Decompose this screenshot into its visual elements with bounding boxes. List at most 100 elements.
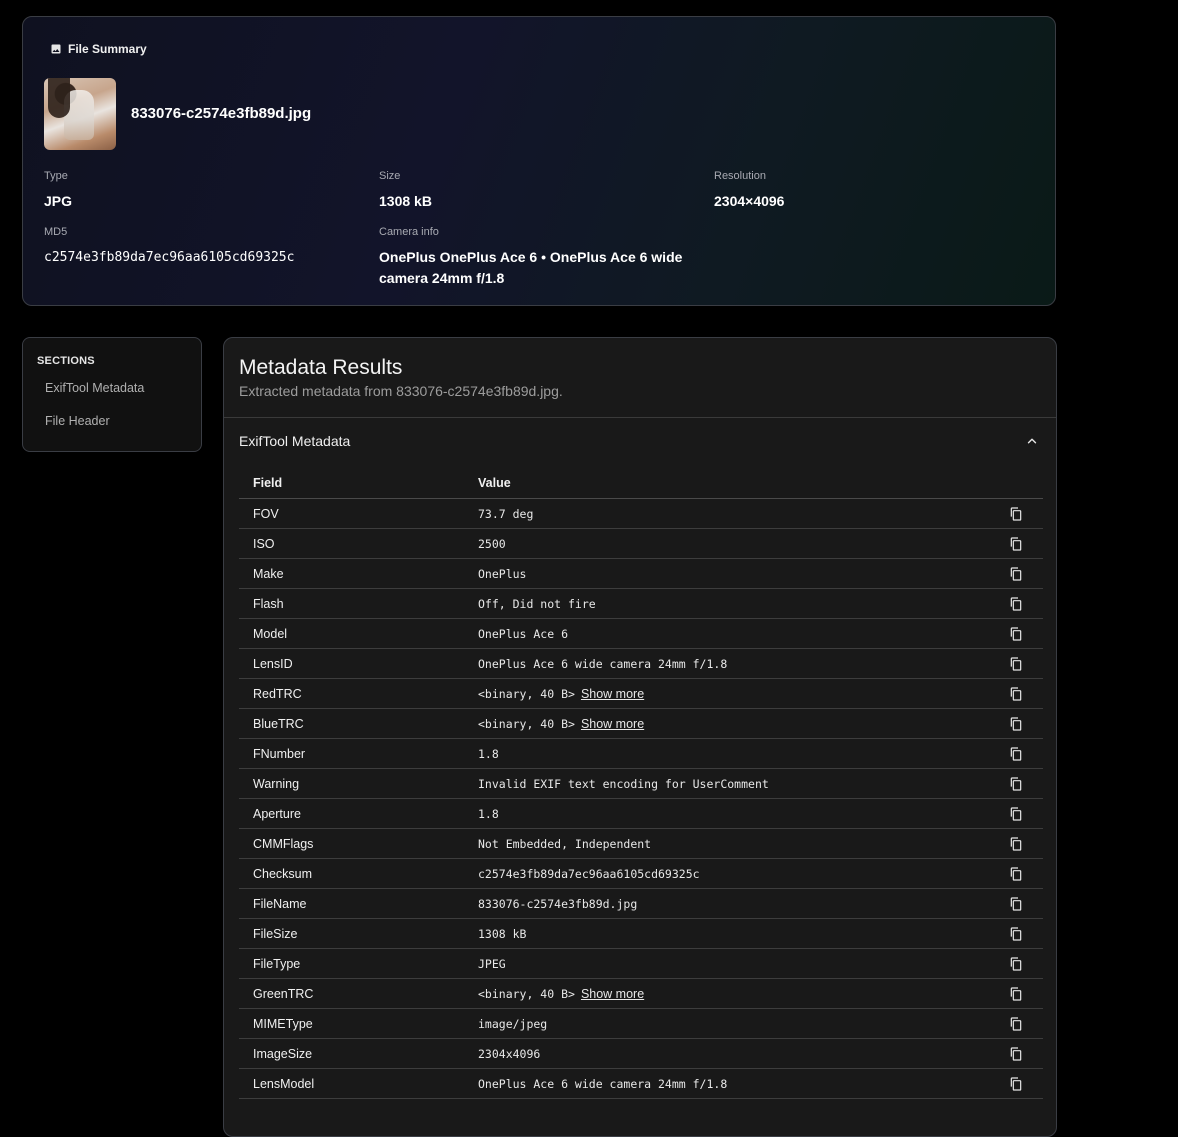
- exiftool-accordion-toggle[interactable]: ExifTool Metadata: [239, 431, 1039, 451]
- metadata-table: Field Value FOV 73.7 deg ISO 2500 Make OnePlu…: [239, 468, 1043, 1099]
- copy-icon[interactable]: [1008, 596, 1024, 612]
- copy-button[interactable]: [989, 528, 1043, 559]
- table-row: BlueTRC <binary, 40 B> Show more: [239, 708, 1043, 739]
- size-field: Size 1308 kB: [379, 170, 432, 212]
- field-value: 2304x4096: [478, 1046, 541, 1061]
- copy-icon[interactable]: [1008, 536, 1024, 552]
- type-value: JPG: [44, 193, 73, 209]
- copy-icon[interactable]: [1008, 956, 1024, 972]
- copy-button[interactable]: [989, 978, 1043, 1009]
- copy-button[interactable]: [989, 708, 1043, 739]
- copy-button[interactable]: [989, 1038, 1043, 1069]
- copy-icon[interactable]: [1008, 896, 1024, 912]
- field-name: LensModel: [239, 1068, 464, 1099]
- copy-button[interactable]: [989, 918, 1043, 949]
- copy-button[interactable]: [989, 858, 1043, 889]
- chevron-up-icon[interactable]: [1025, 434, 1039, 448]
- field-name: ISO: [239, 528, 464, 559]
- column-header-actions: [989, 468, 1043, 499]
- copy-icon[interactable]: [1008, 926, 1024, 942]
- table-row: Checksum c2574e3fb89da7ec96aa6105cd69325c: [239, 858, 1043, 889]
- field-value-cell: <binary, 40 B> Show more: [464, 708, 989, 739]
- copy-button[interactable]: [989, 498, 1043, 529]
- metadata-results-panel: Metadata Results Extracted metadata from…: [223, 337, 1057, 1137]
- table-row: CMMFlags Not Embedded, Independent: [239, 828, 1043, 859]
- copy-icon[interactable]: [1008, 776, 1024, 792]
- copy-icon[interactable]: [1008, 506, 1024, 522]
- table-row: ImageSize 2304x4096: [239, 1038, 1043, 1069]
- copy-button[interactable]: [989, 798, 1043, 829]
- copy-icon[interactable]: [1008, 806, 1024, 822]
- md5-label: MD5: [44, 226, 68, 238]
- copy-icon[interactable]: [1008, 566, 1024, 582]
- camera-label: Camera info: [379, 226, 439, 238]
- field-value: 73.7 deg: [478, 506, 534, 521]
- copy-icon[interactable]: [1008, 626, 1024, 642]
- copy-icon[interactable]: [1008, 1046, 1024, 1062]
- copy-button[interactable]: [989, 678, 1043, 709]
- md5-field: MD5 c2574e3fb89da7ec96aa6105cd69325c: [44, 226, 294, 268]
- field-name: FNumber: [239, 738, 464, 769]
- field-value-cell: Invalid EXIF text encoding for UserComme…: [464, 768, 989, 799]
- column-header-value: Value: [464, 468, 989, 499]
- field-value-cell: Not Embedded, Independent: [464, 828, 989, 859]
- field-value: OnePlus Ace 6 wide camera 24mm f/1.8: [478, 656, 728, 671]
- copy-button[interactable]: [989, 768, 1043, 799]
- field-value: <binary, 40 B>: [478, 686, 575, 701]
- field-name: Make: [239, 558, 464, 589]
- copy-icon[interactable]: [1008, 1076, 1024, 1092]
- copy-button[interactable]: [989, 1008, 1043, 1039]
- table-row: Model OnePlus Ace 6: [239, 618, 1043, 649]
- table-row: FOV 73.7 deg: [239, 498, 1043, 529]
- field-value-cell: OnePlus Ace 6 wide camera 24mm f/1.8: [464, 648, 989, 679]
- show-more-link[interactable]: Show more: [581, 987, 644, 1001]
- show-more-link[interactable]: Show more: [581, 687, 644, 701]
- field-name: MIMEType: [239, 1008, 464, 1039]
- copy-button[interactable]: [989, 828, 1043, 859]
- field-value-cell: OnePlus: [464, 558, 989, 589]
- field-value-cell: Off, Did not fire: [464, 588, 989, 619]
- field-value: JPEG: [478, 956, 506, 971]
- copy-icon[interactable]: [1008, 686, 1024, 702]
- table-row: GreenTRC <binary, 40 B> Show more: [239, 978, 1043, 1009]
- field-value-cell: 73.7 deg: [464, 498, 989, 529]
- copy-button[interactable]: [989, 888, 1043, 919]
- section-link-file-header[interactable]: File Header: [45, 414, 110, 428]
- field-value-cell: 1308 kB: [464, 918, 989, 949]
- copy-button[interactable]: [989, 588, 1043, 619]
- field-name: Aperture: [239, 798, 464, 829]
- camera-value: OnePlus OnePlus Ace 6 • OnePlus Ace 6 wi…: [379, 249, 683, 286]
- copy-icon[interactable]: [1008, 836, 1024, 852]
- copy-icon[interactable]: [1008, 656, 1024, 672]
- field-value: c2574e3fb89da7ec96aa6105cd69325c: [478, 866, 700, 881]
- copy-icon[interactable]: [1008, 716, 1024, 732]
- copy-icon[interactable]: [1008, 866, 1024, 882]
- copy-icon[interactable]: [1008, 1016, 1024, 1032]
- copy-button[interactable]: [989, 948, 1043, 979]
- field-name: ImageSize: [239, 1038, 464, 1069]
- column-header-field: Field: [239, 468, 464, 499]
- file-name: 833076-c2574e3fb89d.jpg: [131, 105, 312, 122]
- copy-button[interactable]: [989, 618, 1043, 649]
- copy-button[interactable]: [989, 558, 1043, 589]
- table-row: Aperture 1.8: [239, 798, 1043, 829]
- field-value-cell: <binary, 40 B> Show more: [464, 678, 989, 709]
- field-name: FileSize: [239, 918, 464, 949]
- field-value: 833076-c2574e3fb89d.jpg: [478, 896, 638, 911]
- copy-button[interactable]: [989, 738, 1043, 769]
- field-name: Checksum: [239, 858, 464, 889]
- section-link-exiftool[interactable]: ExifTool Metadata: [45, 381, 144, 395]
- copy-icon[interactable]: [1008, 746, 1024, 762]
- table-row: FileType JPEG: [239, 948, 1043, 979]
- divider: [224, 417, 1056, 418]
- table-row: ISO 2500: [239, 528, 1043, 559]
- field-value-cell: OnePlus Ace 6: [464, 618, 989, 649]
- copy-button[interactable]: [989, 648, 1043, 679]
- results-subtitle: Extracted metadata from 833076-c2574e3fb…: [239, 383, 563, 399]
- copy-icon[interactable]: [1008, 986, 1024, 1002]
- table-row: Make OnePlus: [239, 558, 1043, 589]
- copy-button[interactable]: [989, 1068, 1043, 1099]
- field-value-cell: OnePlus Ace 6 wide camera 24mm f/1.8: [464, 1068, 989, 1099]
- show-more-link[interactable]: Show more: [581, 717, 644, 731]
- field-value-cell: c2574e3fb89da7ec96aa6105cd69325c: [464, 858, 989, 889]
